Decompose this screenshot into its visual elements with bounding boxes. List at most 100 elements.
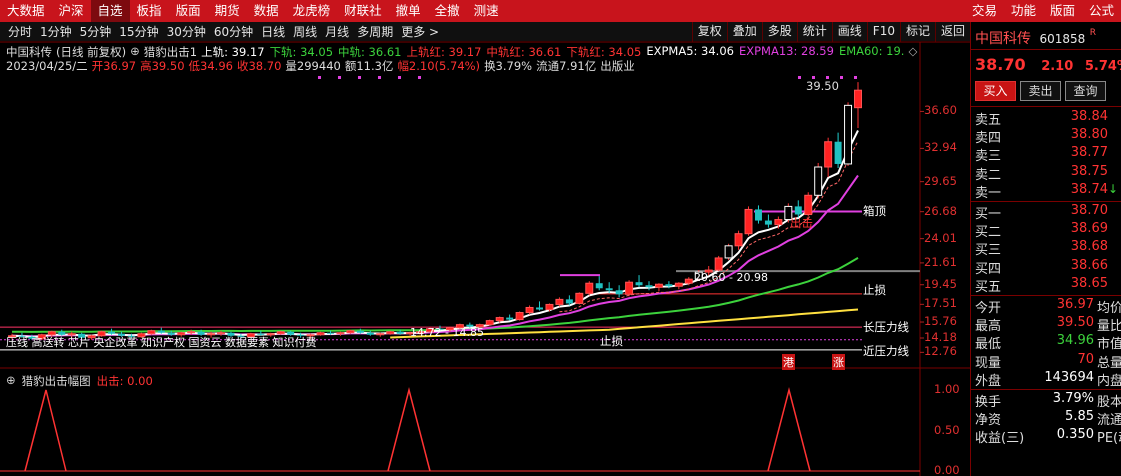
tool-button[interactable]: 叠加 <box>726 22 762 42</box>
annotation-range2: 14.72 - 14.85 <box>410 326 484 340</box>
candle[interactable] <box>854 82 862 128</box>
tool-button[interactable]: 标记 <box>899 22 935 42</box>
candle[interactable] <box>635 275 643 288</box>
candle-body <box>605 288 613 291</box>
candle[interactable] <box>536 301 543 311</box>
quote-row: 卖一 38.74 ↓ <box>971 182 1121 201</box>
tool-button[interactable]: 返回 <box>934 22 970 42</box>
candle-body <box>147 330 156 335</box>
top-menu-item[interactable]: 大数据 <box>0 0 52 22</box>
top-menu-item[interactable]: 数据 <box>247 0 286 22</box>
candle[interactable] <box>744 206 753 236</box>
candle[interactable] <box>674 282 683 290</box>
top-menu-right-item[interactable]: 版面 <box>1043 0 1082 22</box>
top-menu-item[interactable]: 测速 <box>467 0 506 22</box>
candle[interactable] <box>844 102 853 166</box>
tool-button[interactable]: F10 <box>866 22 900 42</box>
quote-key: 收益(三) <box>975 431 1025 447</box>
period-tab[interactable]: 更多 > <box>397 22 443 42</box>
trade-button[interactable]: 查询 <box>1065 81 1106 101</box>
candle[interactable] <box>834 132 842 169</box>
top-menu-item[interactable]: 沪深 <box>52 0 91 22</box>
indicator-value: EXPMA13: 28.59 <box>738 44 834 58</box>
period-tab[interactable]: 5分钟 <box>76 22 116 42</box>
tool-button[interactable]: 画线 <box>831 22 867 42</box>
tool-button[interactable]: 复权 <box>691 22 727 42</box>
trade-button[interactable]: 卖出 <box>1020 81 1061 101</box>
candle[interactable] <box>555 297 564 307</box>
candle-body <box>565 299 573 304</box>
candle[interactable] <box>346 329 355 334</box>
candle[interactable] <box>754 205 762 224</box>
candle[interactable] <box>515 311 524 321</box>
candle[interactable] <box>336 331 345 336</box>
annotation-zhang: 涨 <box>832 354 845 370</box>
ohlc-value: 幅2.10(5.74%) <box>397 59 481 73</box>
top-menu-item[interactable]: 龙虎榜 <box>286 0 338 22</box>
top-menu-item[interactable]: 板指 <box>130 0 169 22</box>
quote-panel: 中国科传 601858 R 38.70 2.10 5.74% 买入卖出查询 卖五… <box>970 22 1121 476</box>
kline-chart[interactable] <box>0 42 970 476</box>
candle[interactable] <box>585 281 594 296</box>
candle[interactable] <box>615 285 623 298</box>
quote-key: 卖五 <box>975 113 1002 128</box>
candle[interactable] <box>724 243 733 260</box>
period-tab[interactable]: 月线 <box>321 22 353 42</box>
candle[interactable] <box>804 192 813 217</box>
candle[interactable] <box>386 330 395 335</box>
candle-body <box>515 312 524 321</box>
candle-body <box>774 219 783 226</box>
period-tab[interactable]: 分时 <box>4 22 36 42</box>
period-tab[interactable]: 日线 <box>257 22 289 42</box>
candle[interactable] <box>376 332 385 337</box>
candle[interactable] <box>595 276 603 291</box>
top-menu-item[interactable]: 财联社 <box>337 0 389 22</box>
indicator-value: EXPMA5: 34.06 <box>646 44 734 58</box>
period-tab[interactable]: 多周期 <box>353 22 397 42</box>
sub-indicator-name[interactable]: 猎豹出击幅图 <box>22 373 91 389</box>
price-axis-label: 26.68 <box>924 203 957 218</box>
candle[interactable] <box>485 319 494 326</box>
top-menu-right-item[interactable]: 功能 <box>1004 0 1043 22</box>
period-tab[interactable]: 周线 <box>289 22 321 42</box>
candle[interactable] <box>625 280 634 297</box>
tool-button[interactable]: 统计 <box>796 22 832 42</box>
signal-dot <box>854 76 857 79</box>
settings-icon[interactable]: ◇ <box>908 44 917 60</box>
candle[interactable] <box>654 283 663 292</box>
candle[interactable] <box>316 331 325 336</box>
candle[interactable] <box>714 255 723 272</box>
candle-body <box>684 278 693 284</box>
top-menu-item[interactable]: 期货 <box>208 0 247 22</box>
candle[interactable] <box>734 230 743 250</box>
sub-dropdown-icon[interactable]: ⊕ <box>6 373 16 389</box>
quote-row: 卖五 38.84 <box>971 109 1121 128</box>
signal-dot <box>398 76 401 79</box>
candle[interactable] <box>525 305 534 315</box>
top-menu-right-item[interactable]: 交易 <box>965 0 1004 22</box>
candle[interactable] <box>814 162 823 199</box>
sub-indicator-value: 出击: 0.00 <box>96 374 153 388</box>
candle[interactable] <box>645 281 653 291</box>
candle[interactable] <box>824 137 833 178</box>
signal-dot <box>418 76 421 79</box>
top-menu-right-item[interactable]: 公式 <box>1082 0 1121 22</box>
candle[interactable] <box>575 292 584 305</box>
tool-button[interactable]: 多股 <box>761 22 797 42</box>
quote-value: 39.50 <box>1056 315 1094 331</box>
top-menu-item[interactable]: 自选 <box>90 0 130 22</box>
trade-button[interactable]: 买入 <box>975 81 1016 101</box>
period-tab[interactable]: 15分钟 <box>115 22 162 42</box>
top-menu-item[interactable]: 版面 <box>169 0 208 22</box>
price-axis-label: 21.61 <box>924 254 957 269</box>
ohlc-value: 2023/04/25/二 <box>6 59 88 73</box>
candle[interactable] <box>764 214 772 228</box>
top-menu-item[interactable]: 全撤 <box>428 0 467 22</box>
period-tab[interactable]: 1分钟 <box>36 22 76 42</box>
top-menu-item[interactable]: 撤单 <box>389 0 428 22</box>
period-tab[interactable]: 30分钟 <box>163 22 210 42</box>
annotation-chuji: 出击 <box>790 215 813 230</box>
period-tab[interactable]: 60分钟 <box>210 22 257 42</box>
kline-chart-area[interactable]: 中国科传 (日线 前复权) ⊕ 猎豹出击1 上轨: 39.17 下轨: 34.05… <box>0 42 970 476</box>
quote-key: 买三 <box>975 243 1002 259</box>
